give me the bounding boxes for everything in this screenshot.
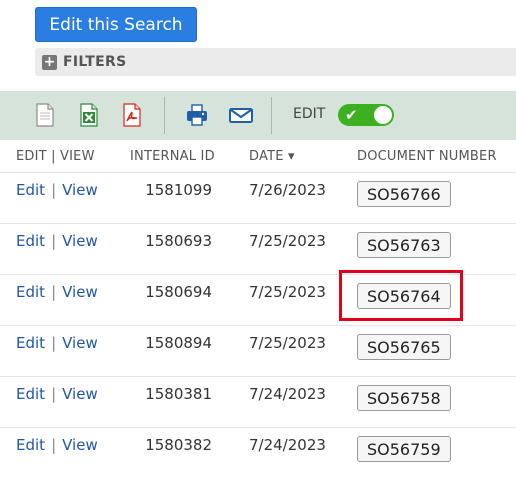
edit-link[interactable]: Edit [16, 385, 45, 403]
date-cell: 7/25/2023 [249, 232, 326, 250]
export-pdf-icon[interactable] [121, 103, 143, 127]
edit-view-links: Edit | View [16, 385, 98, 403]
internal-id-cell: 1580694 [145, 283, 212, 301]
document-number-button[interactable]: SO56765 [357, 334, 451, 360]
document-number-button[interactable]: SO56759 [357, 436, 451, 462]
view-link[interactable]: View [62, 181, 98, 199]
toolbar-divider [271, 97, 272, 134]
view-link[interactable]: View [62, 385, 98, 403]
results-toolbar: EDIT ✔ [0, 91, 516, 140]
column-header-document-number[interactable]: DOCUMENT NUMBER [357, 149, 497, 164]
internal-id-cell: 1580693 [145, 232, 212, 250]
document-number-button[interactable]: SO56764 [357, 283, 451, 309]
internal-id-cell: 1581099 [145, 181, 212, 199]
edit-link[interactable]: Edit [16, 232, 45, 250]
internal-id-cell: 1580894 [145, 334, 212, 352]
edit-link[interactable]: Edit [16, 283, 45, 301]
internal-id-cell: 1580382 [145, 436, 212, 454]
checkmark-icon: ✔ [345, 106, 358, 124]
column-header-date[interactable]: DATE ▾ [249, 149, 295, 164]
column-header-edit-view[interactable]: EDIT | VIEW [16, 149, 95, 164]
edit-link[interactable]: Edit [16, 181, 45, 199]
edit-mode-label: EDIT [293, 106, 326, 122]
filters-label: FILTERS [63, 54, 127, 70]
internal-id-cell: 1580381 [145, 385, 212, 403]
filters-toggle[interactable]: + FILTERS [35, 48, 516, 76]
edit-mode-toggle[interactable]: ✔ [338, 104, 394, 126]
print-icon[interactable] [186, 103, 208, 127]
date-cell: 7/24/2023 [249, 385, 326, 403]
edit-this-search-button[interactable]: Edit this Search [35, 7, 197, 42]
link-separator: | [51, 283, 57, 301]
link-separator: | [51, 385, 57, 403]
date-cell: 7/26/2023 [249, 181, 326, 199]
edit-view-links: Edit | View [16, 283, 98, 301]
edit-view-links: Edit | View [16, 436, 98, 454]
column-header-internal-id[interactable]: INTERNAL ID [130, 149, 215, 164]
date-cell: 7/25/2023 [249, 283, 326, 301]
view-link[interactable]: View [62, 283, 98, 301]
table-row: Edit | View 1581099 7/26/2023 SO56766 [0, 173, 516, 224]
table-row: Edit | View 1580381 7/24/2023 SO56758 [0, 377, 516, 428]
view-link[interactable]: View [62, 232, 98, 250]
date-cell: 7/25/2023 [249, 334, 326, 352]
table-row: Edit | View 1580693 7/25/2023 SO56763 [0, 224, 516, 275]
edit-view-links: Edit | View [16, 181, 98, 199]
document-number-button[interactable]: SO56758 [357, 385, 451, 411]
table-row: Edit | View 1580894 7/25/2023 SO56765 [0, 326, 516, 377]
document-number-button[interactable]: SO56766 [357, 181, 451, 207]
link-separator: | [51, 232, 57, 250]
new-document-icon[interactable] [34, 103, 56, 127]
edit-view-links: Edit | View [16, 232, 98, 250]
table-row: Edit | View 1580382 7/24/2023 SO56759 [0, 428, 516, 477]
export-excel-icon[interactable] [78, 103, 100, 127]
link-separator: | [51, 334, 57, 352]
date-cell: 7/24/2023 [249, 436, 326, 454]
view-link[interactable]: View [62, 334, 98, 352]
document-number-button[interactable]: SO56763 [357, 232, 451, 258]
table-row: Edit | View 1580694 7/25/2023 SO56764 [0, 275, 516, 326]
expand-plus-icon: + [42, 53, 57, 70]
toolbar-divider [164, 97, 165, 134]
link-separator: | [51, 181, 57, 199]
edit-view-links: Edit | View [16, 334, 98, 352]
edit-link[interactable]: Edit [16, 334, 45, 352]
view-link[interactable]: View [62, 436, 98, 454]
email-icon[interactable] [229, 103, 253, 127]
link-separator: | [51, 436, 57, 454]
edit-link[interactable]: Edit [16, 436, 45, 454]
toggle-knob [374, 106, 392, 124]
